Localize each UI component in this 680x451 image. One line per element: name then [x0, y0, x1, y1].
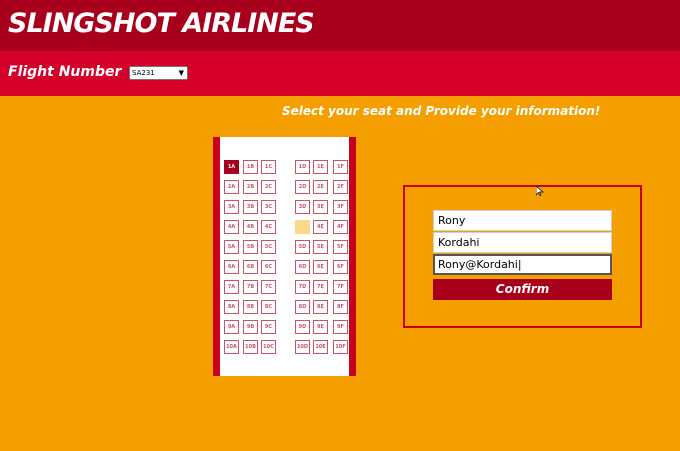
seat-4e[interactable]: 4E	[313, 220, 328, 234]
seat-4c[interactable]: 4C	[261, 220, 276, 234]
seat-4b[interactable]: 4B	[243, 220, 258, 234]
seat-5a[interactable]: 5A	[224, 240, 239, 254]
seat-2b[interactable]: 2B	[243, 180, 258, 194]
seat-4a[interactable]: 4A	[224, 220, 239, 234]
seat-2a[interactable]: 2A	[224, 180, 239, 194]
seat-5f[interactable]: 5F	[333, 240, 348, 254]
flight-number-value: SA231	[132, 69, 155, 77]
flight-number-select[interactable]: SA231 ▼	[129, 66, 188, 80]
seat-7c[interactable]: 7C	[261, 280, 276, 294]
seat-6c[interactable]: 6C	[261, 260, 276, 274]
seat-3b[interactable]: 3B	[243, 200, 258, 214]
seat-1e[interactable]: 1E	[313, 160, 328, 174]
flight-number-label: Flight Number	[8, 64, 122, 80]
instructions-text: Select your seat and Provide your inform…	[282, 104, 601, 118]
seat-1d[interactable]: 1D	[295, 160, 310, 174]
seat-8a[interactable]: 8A	[224, 300, 239, 314]
seat-8d[interactable]: 8D	[295, 300, 310, 314]
seat-6a[interactable]: 6A	[224, 260, 239, 274]
seat-5e[interactable]: 5E	[313, 240, 328, 254]
seat-6b[interactable]: 6B	[243, 260, 258, 274]
seat-3e[interactable]: 3E	[313, 200, 328, 214]
confirm-button[interactable]: Confirm	[433, 279, 612, 300]
seat-1a[interactable]: 1A	[224, 160, 239, 174]
seat-1f[interactable]: 1F	[333, 160, 348, 174]
seat-9c[interactable]: 9C	[261, 320, 276, 334]
seat-5b[interactable]: 5B	[243, 240, 258, 254]
seat-7a[interactable]: 7A	[224, 280, 239, 294]
seat-9e[interactable]: 9E	[313, 320, 328, 334]
seat-4d: 4D	[295, 220, 310, 234]
mouse-pointer-icon	[536, 186, 544, 196]
seat-9b[interactable]: 9B	[243, 320, 258, 334]
seat-6d[interactable]: 6D	[295, 260, 310, 274]
brand-logo: SLINGSHOT AIRLINES	[8, 8, 315, 39]
seat-9d[interactable]: 9D	[295, 320, 310, 334]
seat-5d[interactable]: 5D	[295, 240, 310, 254]
seat-3d[interactable]: 3D	[295, 200, 310, 214]
seat-6f[interactable]: 6F	[333, 260, 348, 274]
seat-1b[interactable]: 1B	[243, 160, 258, 174]
seat-9a[interactable]: 9A	[224, 320, 239, 334]
seat-7b[interactable]: 7B	[243, 280, 258, 294]
seat-10a[interactable]: 10A	[224, 340, 239, 354]
seat-10e[interactable]: 10E	[313, 340, 328, 354]
email-value: Rony@Kordahi	[438, 258, 518, 271]
seat-3c[interactable]: 3C	[261, 200, 276, 214]
seat-1c[interactable]: 1C	[261, 160, 276, 174]
seat-4f[interactable]: 4F	[333, 220, 348, 234]
seat-10f[interactable]: 10F	[333, 340, 348, 354]
seat-2f[interactable]: 2F	[333, 180, 348, 194]
seat-3a[interactable]: 3A	[224, 200, 239, 214]
seat-8f[interactable]: 8F	[333, 300, 348, 314]
seat-6e[interactable]: 6E	[313, 260, 328, 274]
flight-bar: Flight Number	[0, 51, 680, 96]
seat-10d[interactable]: 10D	[295, 340, 310, 354]
seat-2c[interactable]: 2C	[261, 180, 276, 194]
seat-8e[interactable]: 8E	[313, 300, 328, 314]
seat-7f[interactable]: 7F	[333, 280, 348, 294]
top-bar: SLINGSHOT AIRLINES	[0, 0, 680, 51]
seat-10b[interactable]: 10B	[243, 340, 258, 354]
seat-8c[interactable]: 8C	[261, 300, 276, 314]
chevron-down-icon: ▼	[178, 69, 184, 77]
seat-7e[interactable]: 7E	[313, 280, 328, 294]
seat-8b[interactable]: 8B	[243, 300, 258, 314]
seat-10c[interactable]: 10C	[261, 340, 276, 354]
seat-2e[interactable]: 2E	[313, 180, 328, 194]
first-name-input[interactable]: Rony	[433, 210, 612, 231]
seat-7d[interactable]: 7D	[295, 280, 310, 294]
seat-3f[interactable]: 3F	[333, 200, 348, 214]
seat-9f[interactable]: 9F	[333, 320, 348, 334]
last-name-input[interactable]: Kordahi	[433, 232, 612, 253]
seat-2d[interactable]: 2D	[295, 180, 310, 194]
seat-5c[interactable]: 5C	[261, 240, 276, 254]
email-input[interactable]: Rony@Kordahi|	[433, 254, 612, 275]
